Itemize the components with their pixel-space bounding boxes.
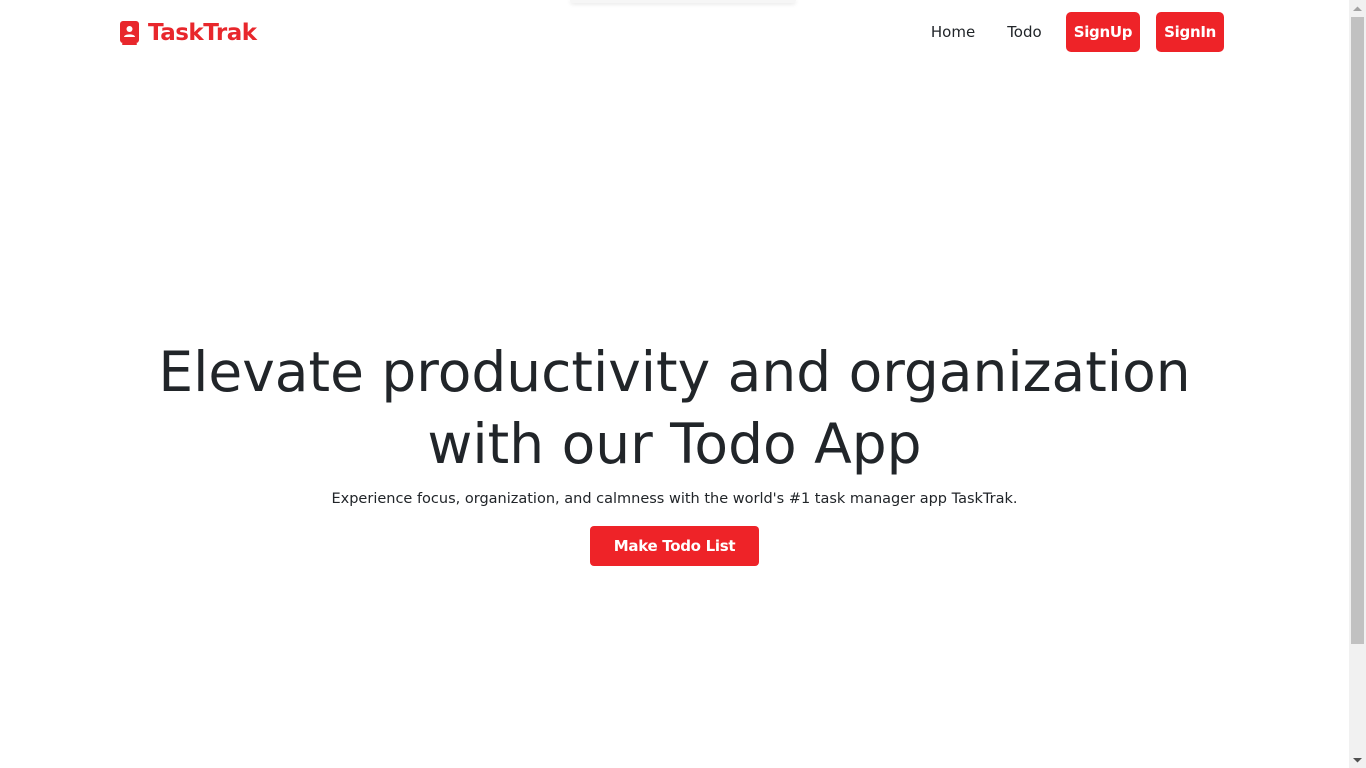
main-nav: Home Todo SignUp SignIn [915,12,1224,52]
page: TaskTrak Home Todo SignUp SignIn Elevate… [0,0,1366,768]
hero-subtitle: Experience focus, organization, and calm… [331,491,1018,507]
navbar: TaskTrak Home Todo SignUp SignIn [0,0,1349,64]
vertical-scrollbar[interactable] [1349,0,1366,768]
hero-title: Elevate productivity and organization wi… [158,340,1191,476]
make-todo-list-button[interactable]: Make Todo List [589,526,760,566]
scrollbar-thumb[interactable] [1351,17,1364,644]
brand-name: TaskTrak [148,20,257,46]
hero-section: Elevate productivity and organization wi… [0,336,1349,566]
signup-button[interactable]: SignUp [1065,12,1141,52]
signin-button[interactable]: SignIn [1156,12,1224,52]
scroll-down-arrow-icon[interactable] [1349,751,1366,768]
nav-todo-link[interactable]: Todo [991,12,1058,52]
nav-home-link[interactable]: Home [915,12,991,52]
contact-book-icon [120,21,139,45]
brand-link[interactable]: TaskTrak [119,18,257,48]
scroll-up-arrow-icon[interactable] [1349,0,1366,17]
